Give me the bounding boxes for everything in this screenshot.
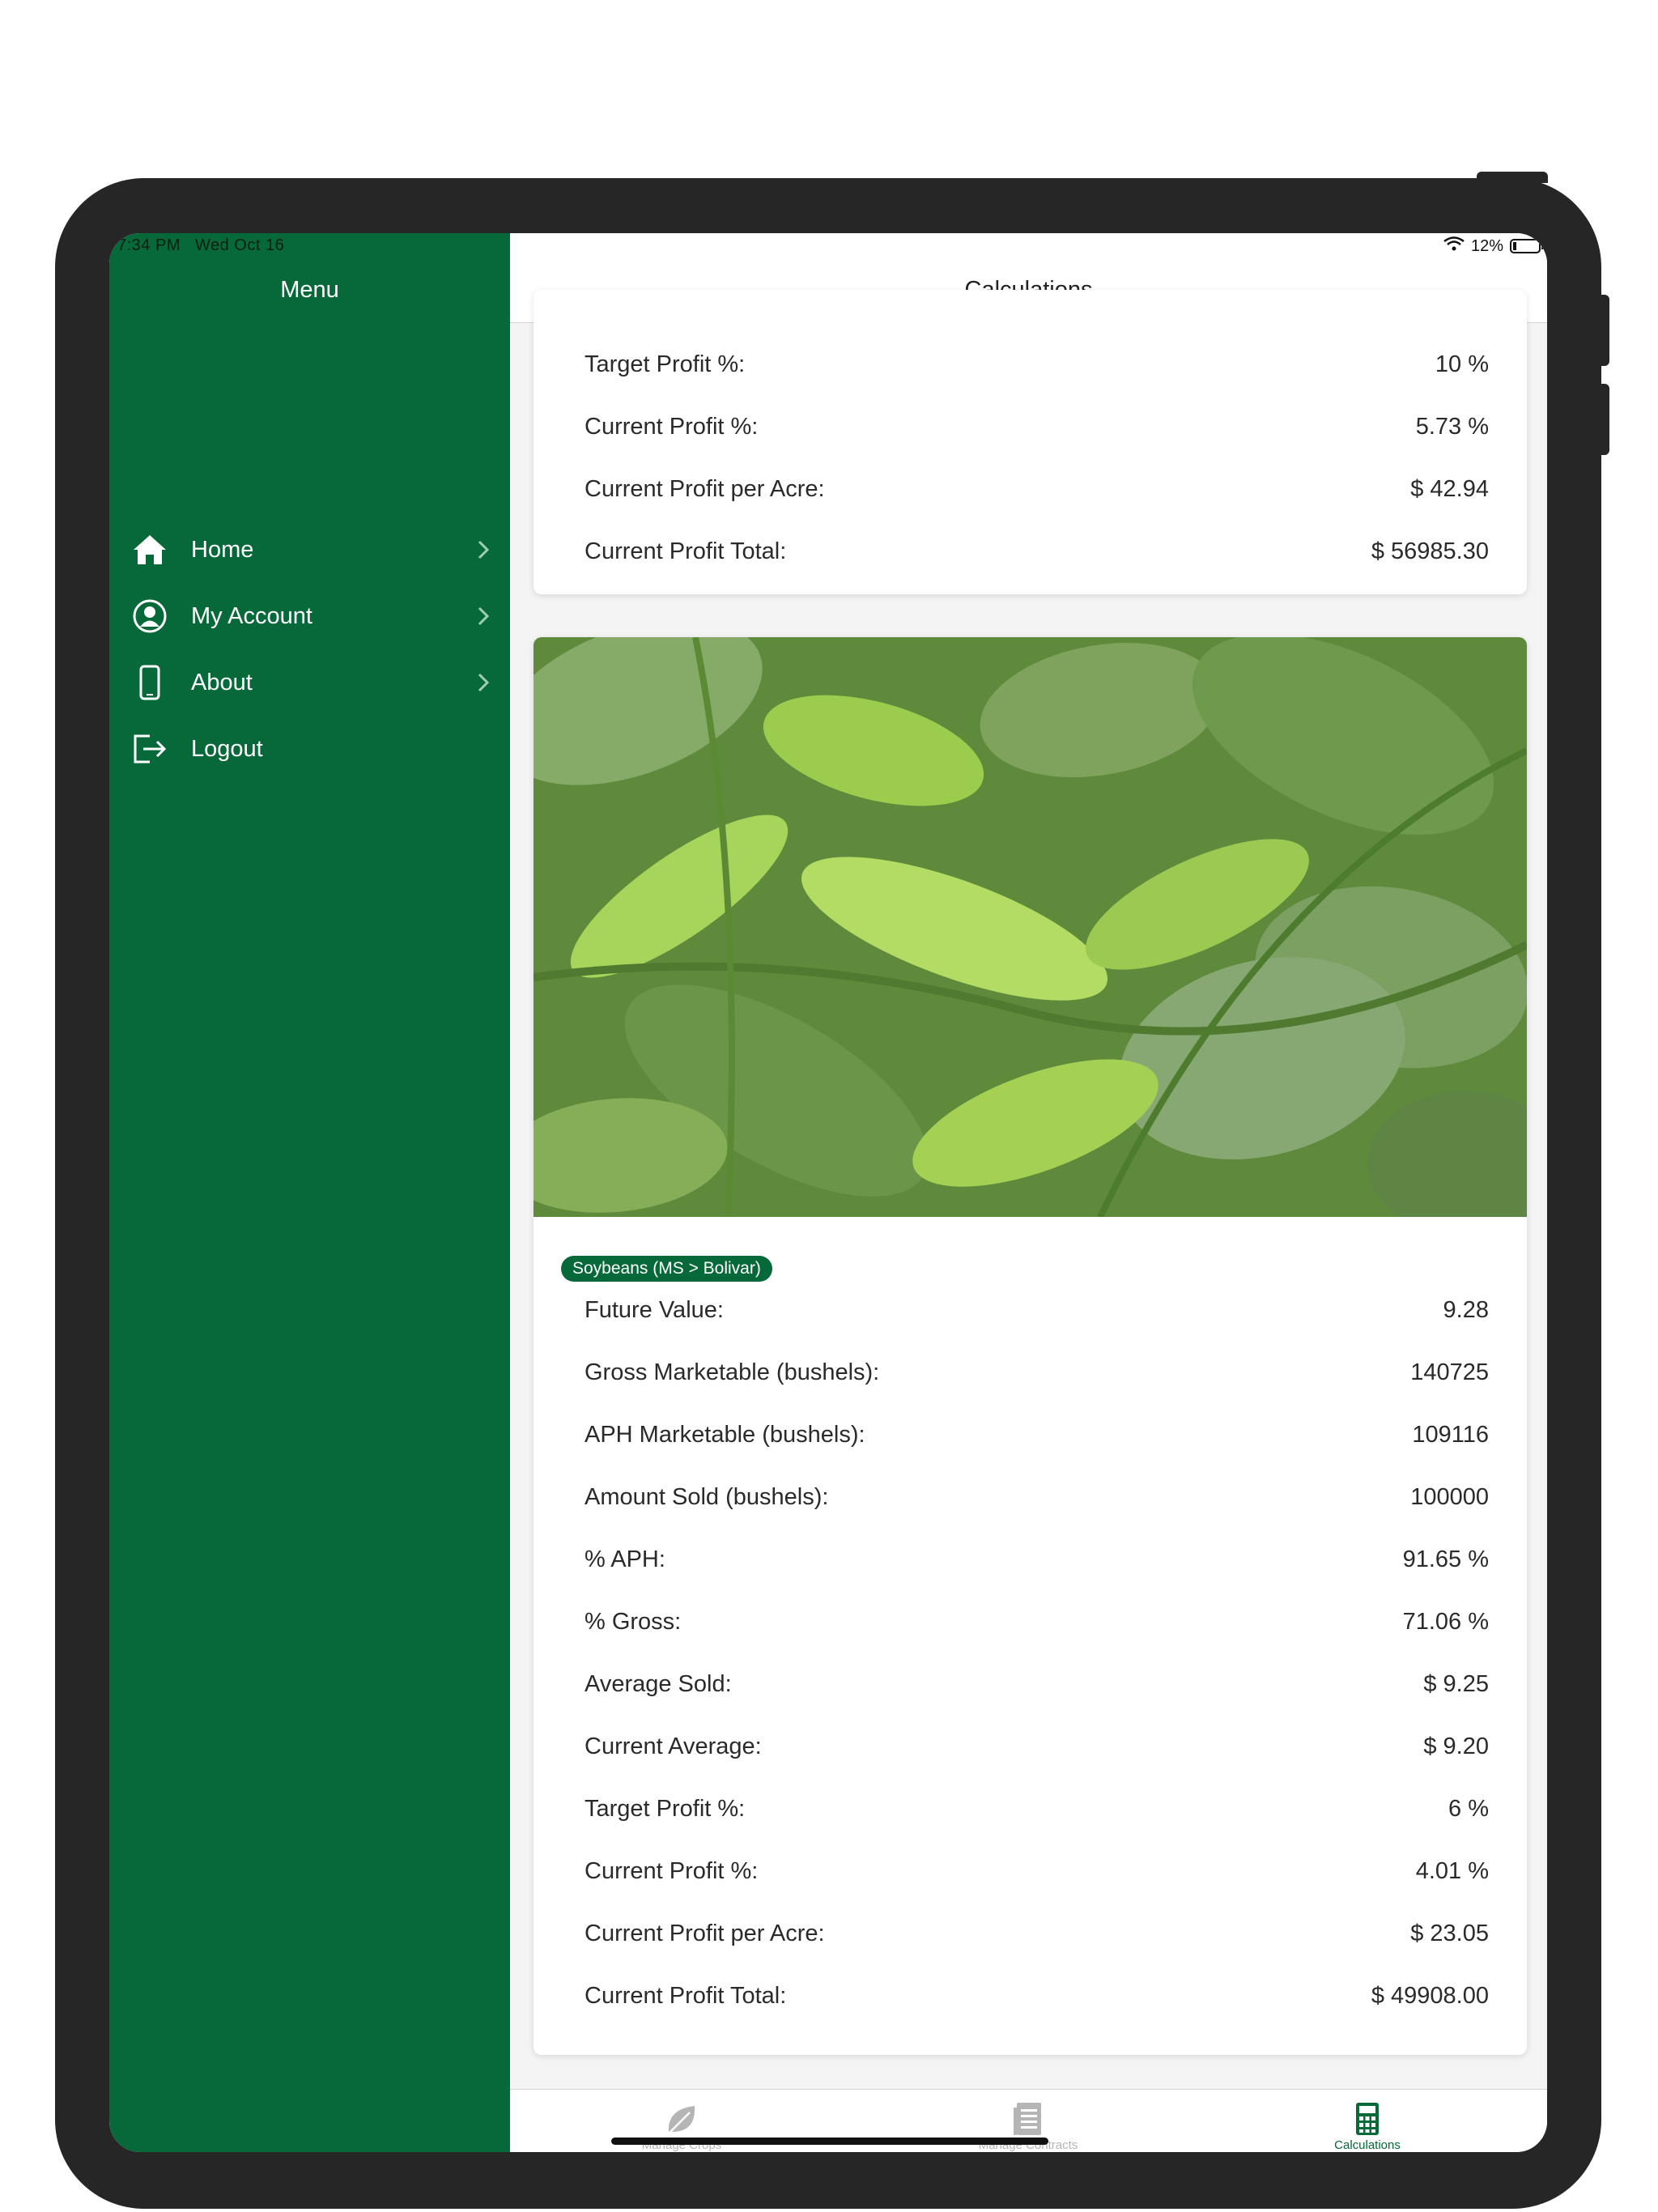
calc-row: Current Profit %: 4.01 % [585,1840,1489,1902]
calc-value: 71.06 % [1402,1608,1489,1635]
calc-row: Current Profit per Acre: $ 23.05 [585,1903,1489,1964]
calc-row: Target Profit %: 6 % [585,1778,1489,1840]
calc-value: $ 56985.30 [1371,538,1489,564]
calc-value: $ 42.94 [1410,475,1489,502]
calc-label: Current Profit per Acre: [585,1920,825,1946]
calc-label: Current Profit Total: [585,1982,787,2009]
leaf-icon [662,2099,701,2138]
status-date: Wed Oct 16 [194,236,285,254]
calc-label: Average Sold: [585,1670,732,1697]
calc-label: Gross Marketable (bushels): [585,1359,880,1385]
calculation-card-1: Target Profit %: 10 % Current Profit %: … [534,290,1527,594]
device-screen: 7:34 PM Wed Oct 16 Menu Home My Account [109,233,1547,2152]
calc-label: Current Average: [585,1733,762,1759]
calc-label: Current Profit %: [585,1857,759,1884]
calc-value: 9.28 [1443,1296,1489,1323]
menu-item-logout[interactable]: Logout [109,716,510,782]
soybean-crop-photo [534,637,1527,1217]
wifi-icon [1443,236,1465,256]
calc-row: Amount Sold (bushels): 100000 [585,1466,1489,1528]
calc-label: Current Profit per Acre: [585,475,825,502]
chevron-right-icon [475,670,491,695]
account-icon [132,598,168,634]
calc-row: % Gross: 71.06 % [585,1591,1489,1653]
status-bar-right: 12% [1443,236,1544,256]
menu-item-label: Logout [191,735,263,762]
menu-item-my-account[interactable]: My Account [109,583,510,649]
calc-value: 10 % [1435,351,1489,377]
document-icon [1009,2099,1048,2138]
calc-label: % APH: [585,1546,665,1572]
menu-item-label: About [191,669,253,696]
logout-icon [132,731,168,767]
calc-value: 100000 [1410,1483,1489,1510]
phone-icon [132,665,168,700]
calc-row: Current Average: $ 9.20 [585,1716,1489,1777]
menu-item-label: Home [191,536,254,563]
calc-row: Future Value: 9.28 [585,1279,1489,1341]
calculation-card-soybeans: Soybeans (MS > Bolivar) Future Value: 9.… [534,637,1527,2055]
calc-value: 4.01 % [1415,1857,1489,1884]
calc-value: 109116 [1412,1421,1489,1448]
device-volume-down-button [1598,384,1609,455]
calc-row: Current Profit Total: $ 56985.30 [585,521,1489,582]
calc-value: 6 % [1448,1795,1489,1822]
crop-tag-badge: Soybeans (MS > Bolivar) [561,1256,772,1282]
calculator-icon [1348,2099,1387,2138]
calc-label: APH Marketable (bushels): [585,1421,865,1448]
calc-value: 91.65 % [1402,1546,1489,1572]
calc-row: Current Profit %: 5.73 % [585,396,1489,457]
menu-item-label: My Account [191,602,312,629]
menu-title: Menu [280,277,339,303]
calc-label: Current Profit Total: [585,538,787,564]
calc-row: Average Sold: $ 9.25 [585,1653,1489,1715]
calculations-panel: 12% Calculations Target Profit %: 10 % C… [510,233,1547,2152]
calc-label: % Gross: [585,1608,682,1635]
calc-row: Target Profit %: 10 % [585,334,1489,395]
calc-value: 140725 [1410,1359,1489,1385]
calc-label: Future Value: [585,1296,724,1323]
calc-value: $ 9.25 [1423,1670,1489,1697]
device-top-button [1477,172,1548,183]
tab-calculations[interactable]: Calculations [1246,2090,1489,2152]
chevron-right-icon [475,604,491,628]
calc-label: Target Profit %: [585,351,746,377]
calc-row: Current Profit per Acre: $ 42.94 [585,458,1489,520]
tab-label: Calculations [1334,2138,1401,2152]
calc-value: $ 23.05 [1410,1920,1489,1946]
calc-value: $ 49908.00 [1371,1982,1489,2009]
device-volume-up-button [1598,295,1609,366]
home-indicator[interactable] [611,2138,1048,2145]
menu-item-about[interactable]: About [109,649,510,716]
calc-label: Target Profit %: [585,1795,746,1822]
home-icon [132,532,168,568]
calc-row: % APH: 91.65 % [585,1529,1489,1590]
battery-percent: 12% [1470,236,1503,255]
calc-row: Gross Marketable (bushels): 140725 [585,1342,1489,1403]
menu-item-home[interactable]: Home [109,517,510,583]
chevron-right-icon [475,538,491,562]
calc-label: Current Profit %: [585,413,759,440]
calc-label: Amount Sold (bushels): [585,1483,829,1510]
calc-value: $ 9.20 [1423,1733,1489,1759]
calc-row: APH Marketable (bushels): 109116 [585,1404,1489,1465]
calc-row: Current Profit Total: $ 49908.00 [585,1965,1489,2027]
status-bar-left: 7:34 PM Wed Oct 16 [117,236,299,255]
side-menu: 7:34 PM Wed Oct 16 Menu Home My Account [109,233,510,2152]
calc-value: 5.73 % [1415,413,1489,440]
battery-icon [1510,239,1544,253]
status-time: 7:34 PM [117,236,181,254]
